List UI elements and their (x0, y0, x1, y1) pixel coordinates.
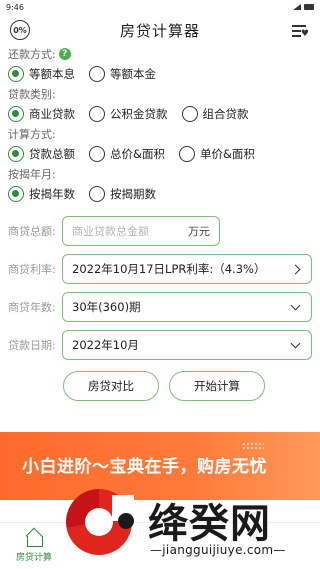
radio-unit-price-area[interactable]: 单价&面积 (178, 146, 255, 162)
compare-button[interactable]: 房贷对比 (63, 371, 159, 401)
watermark-url: —jiangguijiuye.com— (150, 543, 286, 557)
list-heart-icon[interactable]: ♥ (290, 22, 310, 39)
years-dropdown[interactable]: 30年(360)期 (62, 292, 312, 322)
radio-provident-fund-loan[interactable]: 公积金贷款 (89, 106, 168, 122)
radio-by-periods[interactable]: 按揭期数 (89, 186, 156, 202)
status-icons (293, 4, 314, 10)
loan-total-input[interactable]: 商业贷款总金额 万元 (62, 216, 220, 246)
radio-empty-icon (89, 106, 105, 122)
chevron-right-icon (290, 264, 301, 274)
help-icon[interactable]: ? (58, 48, 71, 60)
battery-icon (304, 4, 314, 10)
repayment-options: 等额本息 等额本金 (8, 62, 312, 86)
watermark: 绛癸网 —jiangguijiuye.com— (52, 485, 320, 569)
loan-total-label: 商贷总额: (8, 225, 56, 238)
action-buttons: 房贷对比 开始计算 (0, 371, 320, 401)
radio-loan-total[interactable]: 贷款总额 (8, 146, 75, 162)
radio-empty-icon (89, 146, 105, 162)
radio-combined-loan[interactable]: 组合贷款 (181, 106, 249, 122)
calculate-button[interactable]: 开始计算 (169, 371, 265, 401)
radio-empty-icon (89, 186, 105, 202)
term-type-section: 按揭年月: 按揭年数 按揭期数 (0, 166, 320, 206)
term-type-label: 按揭年月: (8, 168, 56, 181)
banner-text: 小白进阶～宝典在手，购房无忧 (22, 457, 267, 477)
percent-logo-icon[interactable]: 0% (10, 20, 30, 40)
radio-selected-icon (8, 186, 24, 202)
house-calculator-icon (24, 529, 44, 547)
page-title: 房贷计算器 (119, 21, 200, 40)
radio-selected-icon (8, 146, 24, 162)
loan-type-label: 贷款类别: (8, 88, 56, 101)
radio-commercial-loan[interactable]: 商业贷款 (8, 106, 75, 122)
watermark-title: 绛癸网 (148, 501, 271, 547)
date-dropdown[interactable]: 2022年10月 (62, 330, 312, 360)
radio-empty-icon (89, 66, 105, 82)
loan-total-row: 商贷总额: 商业贷款总金额 万元 (0, 216, 320, 246)
years-label: 商贷年数: (8, 301, 56, 314)
radio-equal-principal[interactable]: 等额本金 (89, 66, 156, 82)
loan-total-unit: 万元 (188, 225, 210, 238)
date-label: 贷款日期: (8, 339, 56, 352)
term-type-options: 按揭年数 按揭期数 (8, 182, 312, 206)
loan-total-placeholder: 商业贷款总金额 (72, 225, 149, 238)
rate-value: 2022年10月17日LPR利率:（4.3%） (72, 262, 266, 276)
radio-by-years[interactable]: 按揭年数 (8, 186, 75, 202)
rate-label: 商贷利率: (8, 263, 56, 276)
repayment-section: 还款方式: ? 等额本息 等额本金 (0, 46, 320, 86)
chevron-down-icon (290, 300, 301, 310)
loan-type-section: 贷款类别: 商业贷款 公积金贷款 组合贷款 (0, 86, 320, 126)
date-row: 贷款日期: 2022年10月 (0, 330, 320, 360)
status-bar: 9:46 (0, 0, 320, 14)
radio-empty-icon (178, 146, 195, 162)
calc-method-section: 计算方式: 贷款总额 总价&面积 单价&面积 (0, 126, 320, 166)
radio-empty-icon (181, 106, 198, 122)
rate-selector[interactable]: 2022年10月17日LPR利率:（4.3%） (62, 254, 312, 284)
tab-mortgage-calc[interactable]: 房贷计算 (12, 529, 56, 563)
radio-total-price-area[interactable]: 总价&面积 (89, 146, 165, 162)
calc-method-options: 贷款总额 总价&面积 单价&面积 (8, 142, 312, 166)
radio-equal-payment[interactable]: 等额本息 (8, 66, 75, 82)
calc-method-label: 计算方式: (8, 128, 56, 141)
years-value: 30年(360)期 (72, 300, 141, 314)
date-value: 2022年10月 (72, 338, 139, 352)
signal-icon (293, 4, 301, 10)
years-row: 商贷年数: 30年(360)期 (0, 292, 320, 322)
radio-selected-icon (8, 106, 24, 122)
loan-type-options: 商业贷款 公积金贷款 组合贷款 (8, 102, 312, 126)
repayment-label: 还款方式: ? (8, 46, 312, 62)
rate-row: 商贷利率: 2022年10月17日LPR利率:（4.3%） (0, 254, 320, 284)
radio-selected-icon (8, 66, 24, 82)
tab-label: 房贷计算 (15, 553, 52, 563)
status-time: 9:46 (6, 2, 24, 12)
dots-decoration-icon (242, 442, 264, 450)
app-bar: 0% 房贷计算器 ♥ (0, 14, 320, 46)
chevron-down-icon (290, 338, 301, 348)
